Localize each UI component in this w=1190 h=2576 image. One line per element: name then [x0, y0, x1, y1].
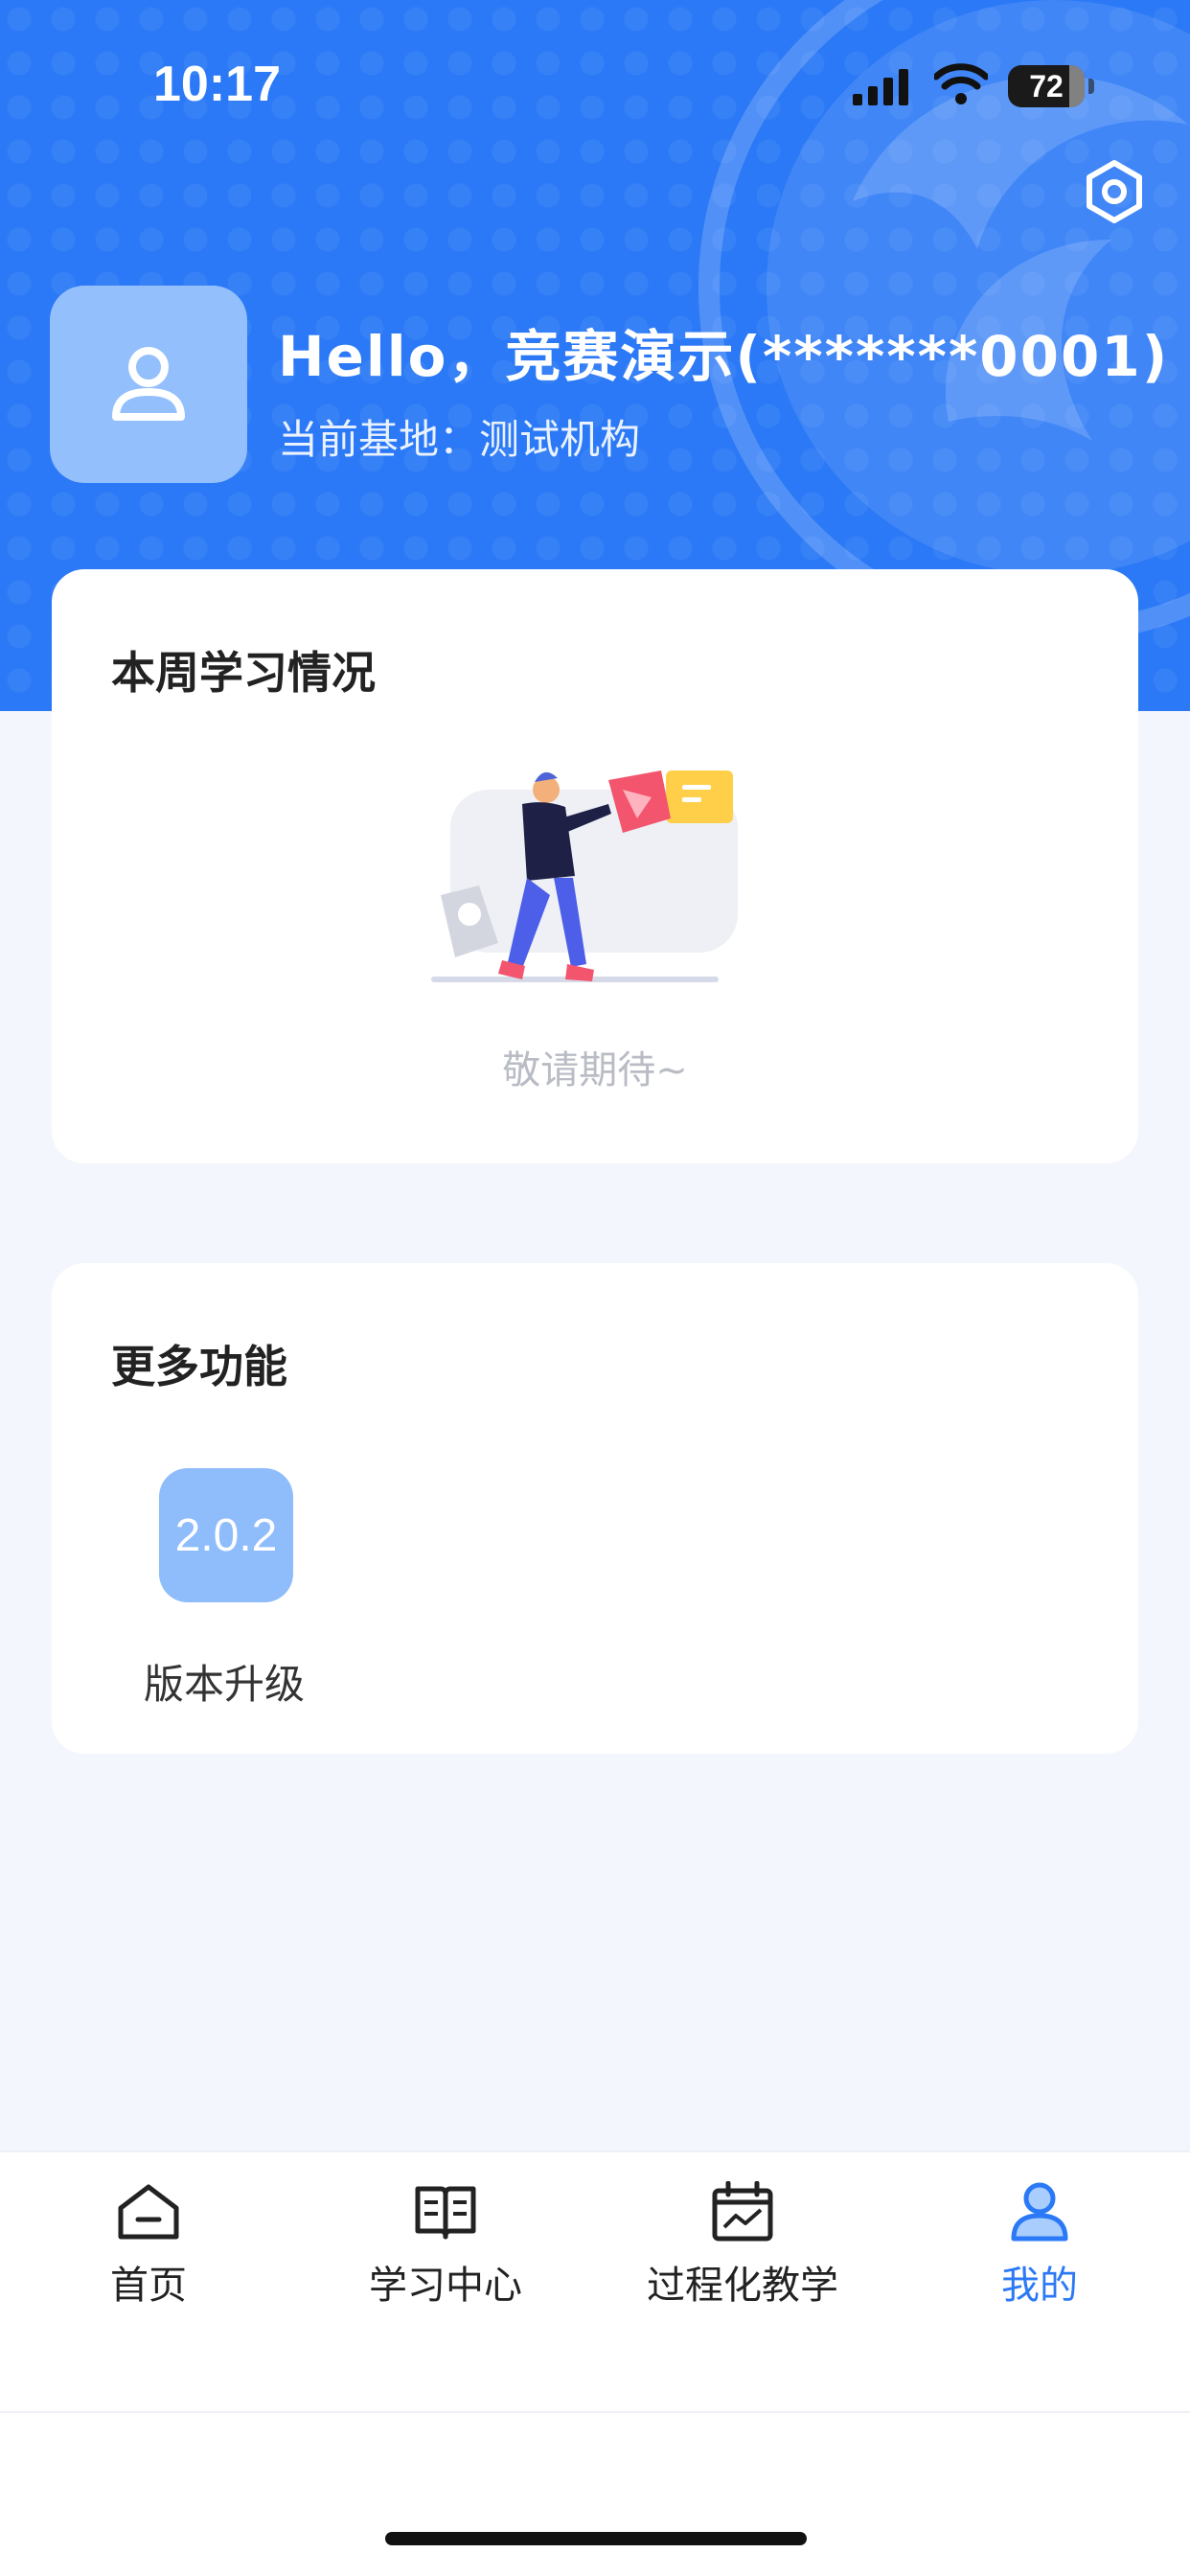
current-base-text: 当前基地：测试机构: [278, 416, 641, 463]
tab-home[interactable]: 首页: [0, 2181, 297, 2325]
user-icon: [1011, 2182, 1068, 2242]
version-upgrade-label: 版本升级: [143, 1661, 305, 1708]
tab-learning-center-label: 学习中心: [369, 2264, 522, 2308]
tab-process-teaching[interactable]: 过程化教学: [594, 2181, 891, 2325]
tab-home-label: 首页: [110, 2264, 187, 2308]
tab-process-teaching-label: 过程化教学: [647, 2264, 838, 2308]
tab-mine-label: 我的: [1001, 2264, 1078, 2308]
coming-soon-illustration: [431, 770, 738, 982]
home-indicator: [385, 2532, 807, 2545]
greeting-text: Hello，竞赛演示(*******0001): [278, 324, 1170, 389]
status-bar: 10:17 72: [0, 0, 1190, 153]
avatar[interactable]: [50, 286, 247, 483]
settings-button[interactable]: [1081, 158, 1148, 225]
more-functions-card: 更多功能 2.0.2 版本升级: [52, 1263, 1138, 1754]
user-icon: [112, 347, 185, 421]
more-functions-title: 更多功能: [111, 1341, 287, 1392]
version-badge-icon: 2.0.2: [159, 1468, 293, 1602]
book-icon: [415, 2186, 476, 2240]
version-upgrade-item[interactable]: 2.0.2 版本升级: [128, 1468, 320, 1717]
battery-level: 72: [1008, 65, 1085, 107]
tab-learning-center[interactable]: 学习中心: [297, 2181, 594, 2325]
bottom-tab-bar: 首页 学习中心 过程化教学 我的: [0, 2150, 1190, 2576]
calendar-chart-icon: [712, 2181, 773, 2242]
weekly-study-card: 本周学习情况 敬请期待~: [52, 569, 1138, 1163]
cellular-signal-icon: [853, 69, 908, 105]
battery-nub: [1088, 79, 1094, 94]
tab-mine[interactable]: 我的: [891, 2181, 1188, 2325]
wifi-icon: [934, 63, 988, 104]
weekly-study-title: 本周学习情况: [111, 647, 376, 699]
tab-bar-divider: [0, 2411, 1190, 2413]
empty-state-text: 敬请期待~: [502, 1048, 688, 1092]
status-time: 10:17: [153, 57, 281, 112]
home-icon: [118, 2184, 179, 2240]
